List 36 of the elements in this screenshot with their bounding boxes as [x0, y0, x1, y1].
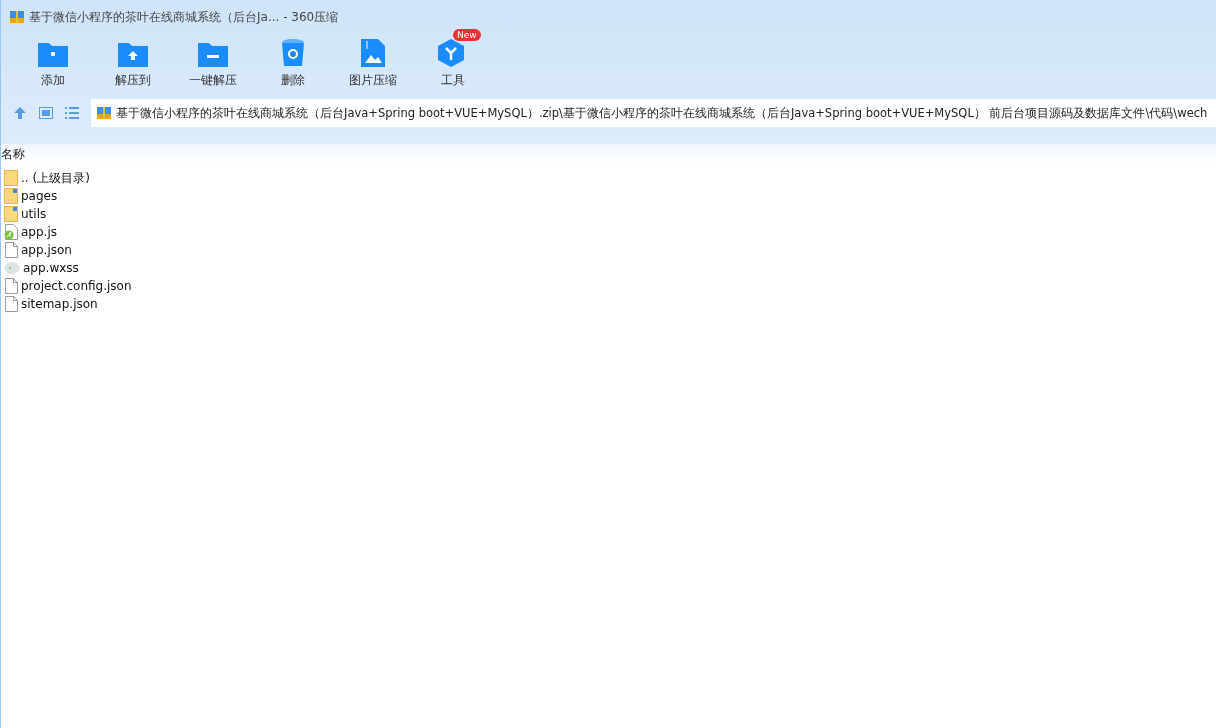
file-row[interactable]: app.js	[4, 223, 1216, 241]
chat-bubble-icon	[4, 261, 20, 275]
recycle-bin-icon	[280, 38, 306, 68]
file-icon	[4, 296, 18, 312]
folder-icon	[4, 206, 18, 222]
address-field[interactable]: 基于微信小程序的茶叶在线商城系统（后台Java+Spring boot+VUE+MySQL）.zip\基于微信小程序的茶叶在线商城系统（后台Java+Spring boot+VUE+MySQL） 前后台项目源码及数据库文件\代码\wech	[91, 99, 1216, 127]
file-row[interactable]: app.wxss	[4, 259, 1216, 277]
file-row[interactable]: pages	[4, 187, 1216, 205]
toolbar-button[interactable]: New 工具	[413, 28, 493, 89]
file-row[interactable]: sitemap.json	[4, 295, 1216, 313]
toolbar-button[interactable]: 图片压缩	[333, 28, 413, 89]
js-file-icon	[4, 224, 18, 240]
folder-icon	[4, 188, 18, 204]
file-icon	[4, 242, 18, 258]
file-row[interactable]: app.json	[4, 241, 1216, 259]
file-icon	[4, 278, 18, 294]
list-icon[interactable]	[65, 107, 79, 119]
file-row[interactable]: .. (上级目录)	[4, 169, 1216, 187]
archive-icon	[9, 9, 25, 25]
column-header[interactable]: 名称	[1, 145, 25, 163]
folder-upload-icon	[117, 40, 149, 68]
up-arrow-icon[interactable]	[13, 106, 27, 120]
folder-icon	[4, 170, 18, 186]
new-badge: New	[453, 29, 481, 41]
file-row[interactable]: utils	[4, 205, 1216, 223]
archive-icon	[96, 105, 112, 121]
toolbar-button[interactable]: 删除	[253, 28, 333, 89]
toolbar-button[interactable]: 添加	[13, 28, 93, 89]
window-title: 基于微信小程序的茶叶在线商城系统（后台Ja... - 360压缩	[29, 8, 339, 26]
image-file-icon	[360, 38, 386, 68]
file-row[interactable]: project.config.json	[4, 277, 1216, 295]
toolbar-button[interactable]: 解压到	[93, 28, 173, 89]
path-text: 基于微信小程序的茶叶在线商城系统（后台Java+Spring boot+VUE+MySQL）.zip\基于微信小程序的茶叶在线商城系统（后台Java+Spring boot+VUE+MySQL） 前后台项目源码及数据库文件\代码\wech	[116, 105, 1208, 121]
folder-minus-icon	[197, 40, 229, 68]
view-icon[interactable]	[39, 107, 53, 119]
toolbar-button[interactable]: 一键解压	[173, 28, 253, 89]
